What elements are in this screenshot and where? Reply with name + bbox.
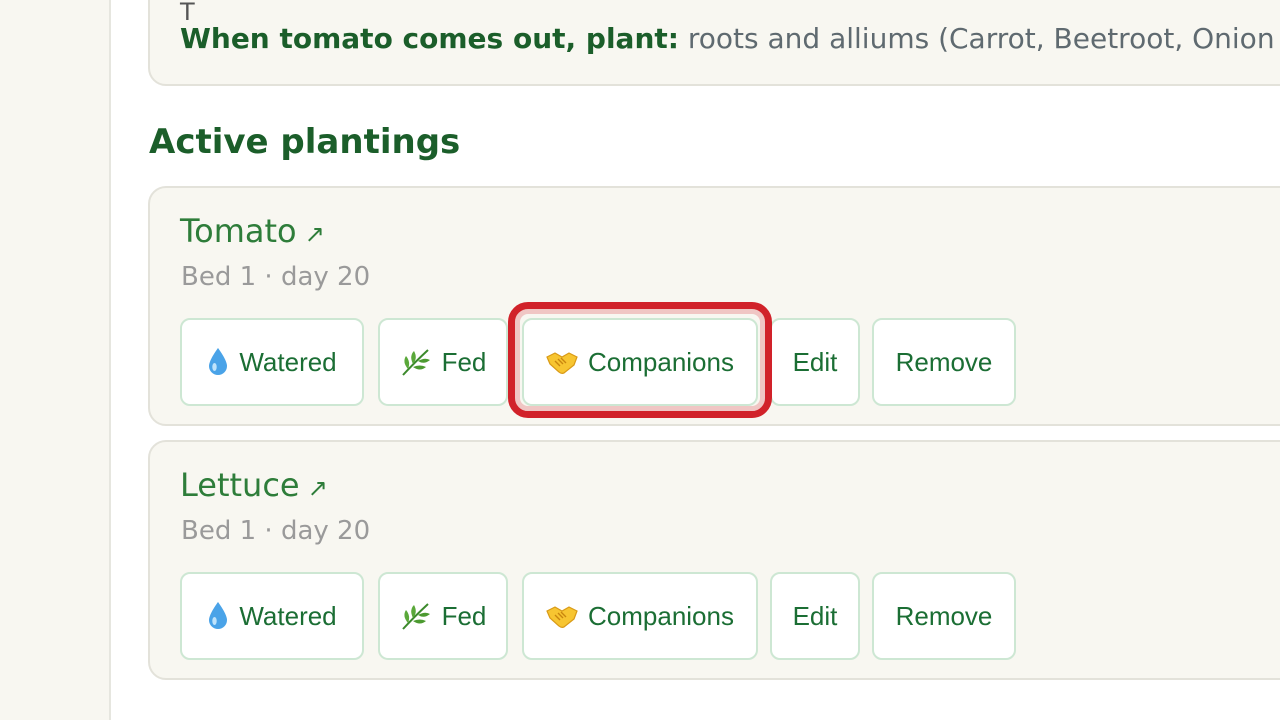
watered-button[interactable]: Watered (180, 572, 364, 660)
section-title: Active plantings (149, 122, 461, 162)
planting-card: Tomato ↗ Bed 1 · day 20 Watered Fed Compa… (148, 186, 1280, 426)
leaf-icon (400, 347, 432, 377)
external-link-icon[interactable]: ↗ (305, 220, 325, 248)
remove-button[interactable]: Remove (872, 318, 1016, 406)
edit-button[interactable]: Edit (770, 572, 860, 660)
planting-name[interactable]: Tomato (180, 212, 297, 250)
handshake-icon (546, 349, 578, 375)
succession-info-card: T When tomato comes out, plant: roots an… (148, 0, 1280, 86)
companions-label: Companions (588, 346, 734, 377)
main-content: T When tomato comes out, plant: roots an… (112, 0, 1280, 720)
fed-button[interactable]: Fed (378, 318, 508, 406)
succession-text: roots and alliums (Carrot, Beetroot, Oni… (687, 22, 1275, 55)
external-link-icon[interactable]: ↗ (308, 474, 328, 502)
fed-button[interactable]: Fed (378, 572, 508, 660)
edit-button[interactable]: Edit (770, 318, 860, 406)
fed-label: Fed (441, 600, 487, 631)
handshake-icon (546, 603, 578, 629)
companions-label: Companions (588, 600, 734, 631)
sidebar (0, 0, 111, 720)
watered-button[interactable]: Watered (180, 318, 364, 406)
info-partial-line: T (180, 0, 195, 26)
planting-name-link[interactable]: Lettuce ↗ (180, 466, 328, 504)
watered-label: Watered (239, 600, 337, 631)
water-drop-icon (207, 347, 229, 377)
planting-card: Lettuce ↗ Bed 1 · day 20 Watered Fed Comp… (148, 440, 1280, 680)
planting-name-link[interactable]: Tomato ↗ (180, 212, 325, 250)
leaf-icon (400, 601, 432, 631)
watered-label: Watered (239, 346, 337, 377)
remove-button[interactable]: Remove (872, 572, 1016, 660)
succession-info-line: When tomato comes out, plant: roots and … (180, 22, 1275, 55)
planting-name[interactable]: Lettuce (180, 466, 300, 504)
planting-meta: Bed 1 · day 20 (181, 262, 371, 292)
companions-button[interactable]: Companions (522, 572, 758, 660)
succession-label: When tomato comes out, plant: (180, 22, 679, 55)
water-drop-icon (207, 601, 229, 631)
companions-button[interactable]: Companions (522, 318, 758, 406)
planting-meta: Bed 1 · day 20 (181, 516, 371, 546)
fed-label: Fed (441, 346, 487, 377)
